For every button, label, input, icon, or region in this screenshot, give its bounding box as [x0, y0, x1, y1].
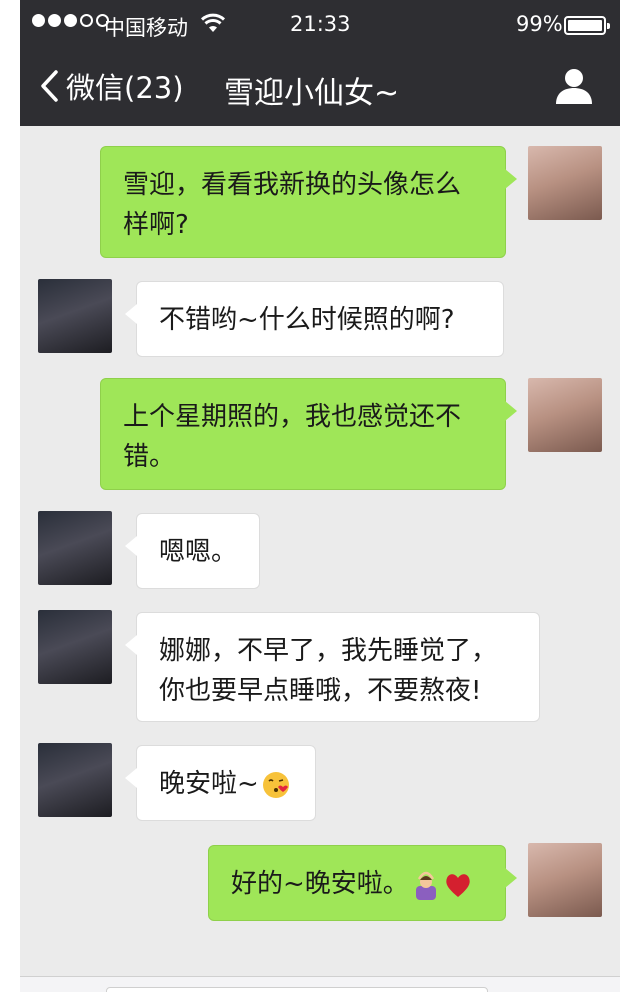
message-bubble-outgoing[interactable]: 雪迎，看看我新换的头像怎么样啊?: [100, 146, 517, 258]
battery-percent: 99%: [516, 12, 563, 36]
red-heart-emoji: [446, 873, 470, 897]
chat-area[interactable]: 雪迎，看看我新换的头像怎么样啊? 不错哟~什么时候照的啊? 上个星期照的，我也感…: [20, 126, 620, 992]
chat-title: 雪迎小仙女~: [224, 76, 400, 111]
contact-avatar[interactable]: [38, 279, 112, 353]
chevron-left-icon: [41, 70, 58, 102]
status-bar: 中国移动 21:33 99%: [20, 0, 620, 50]
message-input[interactable]: [106, 987, 488, 992]
clock: 21:33: [290, 12, 351, 36]
person-gesturing-ok-emoji: [415, 871, 436, 900]
battery-icon: [564, 16, 610, 35]
back-button[interactable]: 微信(23): [38, 64, 184, 108]
message-text: 雪迎，看看我新换的头像怎么样啊?: [123, 170, 462, 240]
message-text: 娜娜，不早了，我先睡觉了，你也要早点睡哦，不要熬夜!: [159, 636, 498, 706]
kissing-face-emoji: [262, 771, 289, 798]
back-label: 微信(23): [66, 71, 184, 105]
contact-profile-icon[interactable]: [552, 64, 596, 108]
wifi-icon: [200, 13, 226, 32]
signal-strength-icon: [32, 14, 109, 27]
top-bar: 中国移动 21:33 99% 微信(23) 雪迎小仙女~: [20, 0, 620, 126]
message-text: 上个星期照的，我也感觉还不错。: [123, 402, 462, 472]
message-bubble-incoming[interactable]: 娜娜，不早了，我先睡觉了，你也要早点睡哦，不要熬夜!: [125, 612, 540, 722]
phone-screen: 中国移动 21:33 99% 微信(23) 雪迎小仙女~ 雪迎，看看我新换的头像…: [20, 0, 620, 992]
contact-avatar[interactable]: [38, 743, 112, 817]
contact-avatar[interactable]: [38, 511, 112, 585]
message-bubble-outgoing[interactable]: 上个星期照的，我也感觉还不错。: [100, 378, 517, 490]
message-text: 嗯嗯。: [159, 537, 238, 567]
contact-avatar[interactable]: [38, 610, 112, 684]
my-avatar[interactable]: [528, 146, 602, 220]
message-bubble-incoming[interactable]: 不错哟~什么时候照的啊?: [125, 281, 504, 357]
my-avatar[interactable]: [528, 843, 602, 917]
navigation-bar: 微信(23) 雪迎小仙女~: [20, 50, 620, 126]
input-bar: [20, 976, 620, 992]
message-text: 晚安啦~: [159, 769, 259, 799]
message-bubble-incoming[interactable]: 嗯嗯。: [125, 513, 260, 589]
message-text: 好的~晚安啦。: [231, 869, 409, 899]
message-text: 不错哟~什么时候照的啊?: [159, 305, 455, 335]
carrier-name: 中国移动: [104, 16, 188, 40]
message-bubble-incoming[interactable]: 晚安啦~: [125, 745, 316, 821]
my-avatar[interactable]: [528, 378, 602, 452]
message-bubble-outgoing[interactable]: 好的~晚安啦。: [208, 845, 517, 921]
